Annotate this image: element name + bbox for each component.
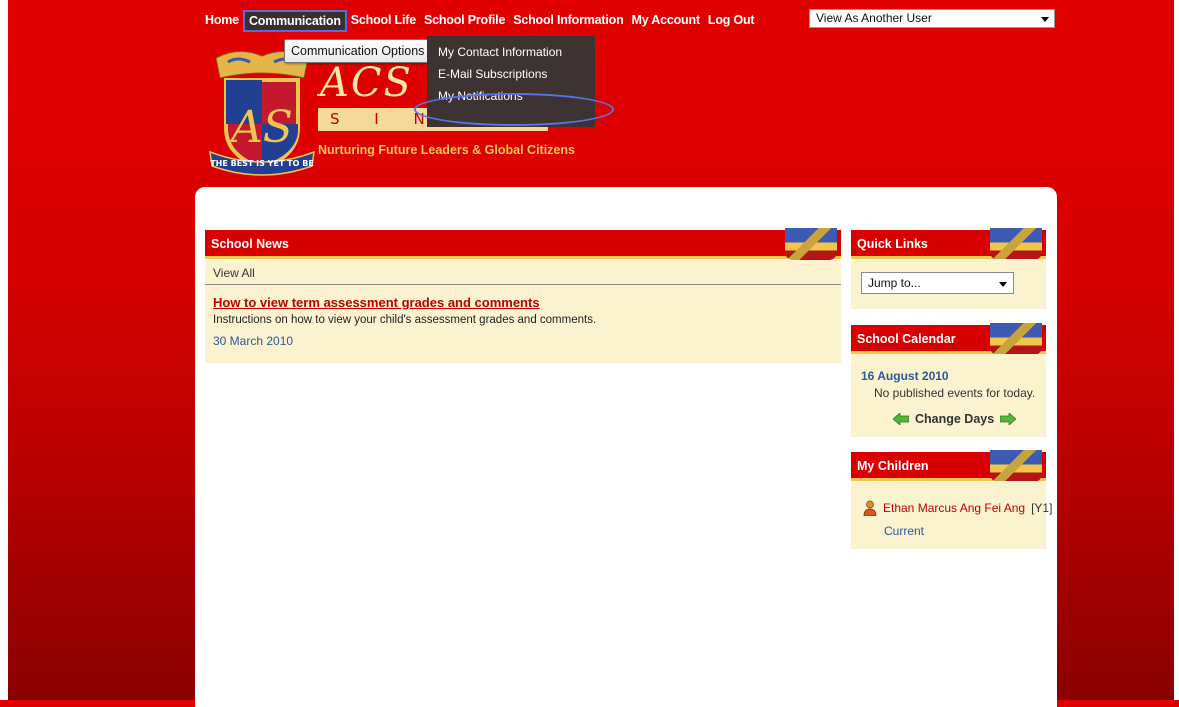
- chevron-down-icon: [1041, 17, 1049, 22]
- school-calendar-heading: School Calendar: [857, 332, 956, 346]
- nav-log-out[interactable]: Log Out: [704, 10, 759, 32]
- school-calendar-header: School Calendar: [851, 323, 1046, 355]
- my-children-heading: My Children: [857, 459, 929, 473]
- child-grade: [Y1]: [1031, 501, 1053, 515]
- nav-school-information[interactable]: School Information: [509, 10, 627, 32]
- arrow-right-icon[interactable]: [1000, 413, 1017, 425]
- school-news-header: School News: [205, 228, 841, 260]
- news-item-title-link[interactable]: How to view term assessment grades and c…: [213, 295, 540, 310]
- news-divider: [205, 284, 841, 285]
- communication-tooltip: Communication Options: [284, 39, 432, 63]
- change-days-label: Change Days: [915, 412, 995, 426]
- view-all-link[interactable]: View All: [213, 266, 255, 280]
- dragon-banner-icon: [990, 323, 1042, 355]
- jump-to-select[interactable]: Jump to...: [861, 272, 1014, 294]
- left-frame-edge: [0, 0, 8, 700]
- svg-text:THE BEST IS YET TO BE: THE BEST IS YET TO BE: [210, 159, 314, 168]
- news-item-date: 30 March 2010: [213, 334, 294, 348]
- user-icon: [863, 500, 877, 516]
- change-days-control: Change Days: [893, 412, 1017, 426]
- view-as-user-select[interactable]: View As Another User: [809, 9, 1055, 28]
- quick-links-heading: Quick Links: [857, 237, 928, 251]
- top-navigation: Home Communication School Life School Pr…: [201, 10, 758, 32]
- menu-item-my-contact-information[interactable]: My Contact Information: [427, 42, 595, 62]
- quick-links-header: Quick Links: [851, 228, 1046, 260]
- school-crest-logo: AS THE BEST IS YET TO BE: [209, 51, 315, 176]
- annotation-highlight-ellipse: [414, 93, 614, 126]
- calendar-date: 16 August 2010: [861, 369, 949, 383]
- jump-to-value: Jump to...: [868, 276, 921, 290]
- view-as-user-value: View As Another User: [816, 11, 932, 25]
- school-tagline: Nurturing Future Leaders & Global Citize…: [318, 143, 575, 157]
- svg-text:AS: AS: [227, 102, 293, 153]
- nav-home[interactable]: Home: [201, 10, 243, 32]
- child-name-link[interactable]: Ethan Marcus Ang Fei Ang: [883, 501, 1025, 515]
- arrow-left-icon[interactable]: [893, 413, 909, 425]
- nav-my-account[interactable]: My Account: [628, 10, 704, 32]
- nav-communication[interactable]: Communication: [242, 10, 347, 32]
- dragon-banner-icon: [990, 228, 1042, 260]
- school-news-body: [205, 260, 841, 363]
- child-status-link[interactable]: Current: [884, 524, 924, 538]
- child-entry: Ethan Marcus Ang Fei Ang [Y1]: [863, 500, 1052, 516]
- dragon-banner-icon: [785, 228, 837, 260]
- calendar-empty-message: No published events for today.: [874, 386, 1036, 400]
- nav-school-life[interactable]: School Life: [347, 10, 420, 32]
- news-item-description: Instructions on how to view your child's…: [213, 314, 597, 326]
- nav-school-profile[interactable]: School Profile: [420, 10, 509, 32]
- menu-item-email-subscriptions[interactable]: E-Mail Subscriptions: [427, 64, 595, 84]
- right-frame-edge: [1174, 0, 1179, 700]
- chevron-down-icon: [999, 282, 1007, 287]
- school-news-heading: School News: [211, 237, 289, 251]
- my-children-header: My Children: [851, 450, 1046, 482]
- dragon-banner-icon: [990, 450, 1042, 482]
